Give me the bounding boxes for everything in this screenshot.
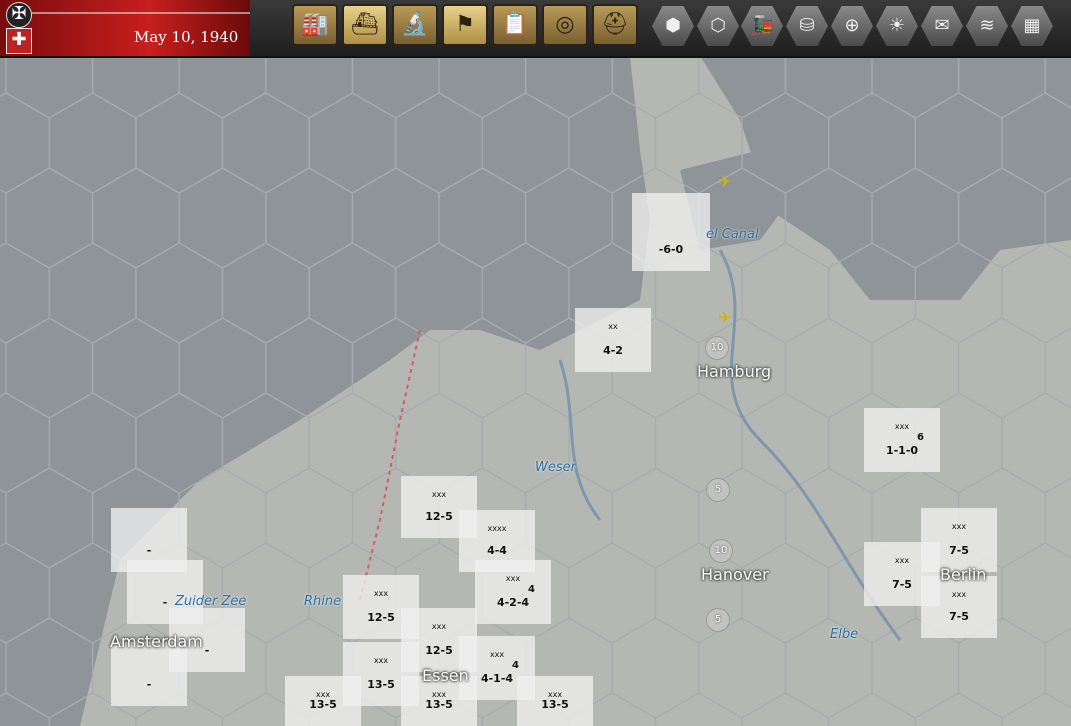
hexagon-icon: ⬢ [665,15,681,36]
messages-button[interactable]: ✉ [921,6,963,46]
ensign-icon[interactable]: ✚ [6,28,32,54]
supply-hex-button[interactable]: ⬡ [697,6,739,46]
unit-strength: -6-0 [658,243,684,256]
city-label[interactable]: Hanover [701,565,769,584]
terrain-icon: ≋ [979,15,995,36]
city-label[interactable]: Essen [422,666,469,685]
envelope-icon: ✉ [934,15,950,36]
iron-cross-icon[interactable]: ✠ [6,2,32,28]
microscope-icon: 🔬 [401,12,429,37]
unit-size: xxx [373,656,389,665]
unit-counter[interactable]: xx 4-2 [575,308,651,372]
unit-size: xxx [951,590,967,599]
unit-size: xx [608,322,618,331]
factory-icon: 🏭 [301,12,329,37]
nation-panel: ✠ ✚ May 10, 1940 [0,0,250,56]
objectives-button[interactable]: ⚑ [442,4,488,46]
target-button[interactable]: ⊕ [831,6,873,46]
victory-point-badge: 10 [709,539,733,563]
unit-strength: - [146,678,152,691]
ship-icon: ⛴ [351,12,379,37]
helmet-icon: ⛑ [601,12,629,37]
unit-counter[interactable]: xxx 7-5 [921,576,997,638]
unit-experience: 4 [528,584,535,595]
unit-counter[interactable]: xxx 4-2-4 4 [475,560,551,624]
aircraft-icon[interactable]: ✈ [718,308,731,327]
binoculars-icon: ◎ [555,12,575,37]
unit-counter[interactable]: xxx 13-5 [285,676,361,726]
resource-badge: 5 [706,608,730,632]
flag-icon: ⚑ [455,12,475,37]
water-label: Rhine [304,594,342,609]
grid-button[interactable]: ▦ [1011,6,1053,46]
unit-counter[interactable]: -6-0 [632,193,710,271]
unit-strength: 4-2 [603,344,623,357]
unit-strength: 13-5 [425,698,453,711]
locomotive-icon: 🚂 [750,15,774,36]
unit-experience: 4 [512,660,519,671]
city-label[interactable]: Berlin [940,565,986,584]
unit-counter[interactable]: - [111,642,187,706]
city-label[interactable]: Amsterdam [110,632,203,651]
unit-experience: 6 [917,432,924,443]
intelligence-button[interactable]: ◎ [542,4,588,46]
unit-size: xxx [431,490,447,499]
victory-point-badge: 10 [705,336,729,360]
report-button[interactable]: 📋 [492,4,538,46]
unit-counter[interactable]: xxx 13-5 [517,676,593,726]
unit-size: xxx [431,622,447,631]
water-label: Elbe [830,627,859,642]
unit-strength: 7-5 [949,610,969,623]
unit-strength: 13-5 [541,698,569,711]
divider [32,12,250,14]
sun-icon: ☀ [888,15,906,36]
grid-icon: ▦ [1023,15,1041,36]
resources-button[interactable]: ⛁ [786,6,828,46]
turn-date: May 10, 1940 [134,28,239,46]
production-button[interactable]: 🏭 [292,4,338,46]
rail-button[interactable]: 🚂 [741,6,783,46]
research-button[interactable]: 🔬 [392,4,438,46]
army-button[interactable]: ⛑ [592,4,638,46]
naval-button[interactable]: ⛴ [342,4,388,46]
unit-size: xxx [894,422,910,431]
unit-strength: 13-5 [309,698,337,711]
hex-cluster-icon: ⬡ [710,15,726,36]
unit-strength: - [146,544,152,557]
aircraft-icon[interactable]: ✈ [718,172,731,191]
unit-strength: 4-4 [487,544,507,557]
city-label[interactable]: Hamburg [697,362,771,381]
unit-size: xxx [373,589,389,598]
resource-badge: 5 [706,478,730,502]
terrain-button[interactable]: ≋ [966,6,1008,46]
unit-size: xxx [505,574,521,583]
coins-icon: ⛁ [799,15,815,36]
unit-counter[interactable]: xxx 1-1-0 6 [864,408,940,472]
unit-strength: 4-2-4 [496,596,530,609]
hex-mode-button[interactable]: ⬢ [652,6,694,46]
water-label: Zuider Zee [175,594,247,609]
unit-size: xxxx [487,524,507,533]
unit-counter[interactable]: xxx 7-5 [921,508,997,572]
crosshair-icon: ⊕ [844,15,860,36]
weather-button[interactable]: ☀ [876,6,918,46]
unit-strength: 1-1-0 [885,444,919,457]
unit-size: xxx [489,650,505,659]
top-bar: ✠ ✚ May 10, 1940 🏭 ⛴ 🔬 ⚑ 📋 ◎ ⛑ ⬢ ⬡ 🚂 ⛁ ⊕ ☀ ✉ ≋ ▦ [0,0,1071,58]
water-label: el Canal [706,227,759,242]
water-label: Weser [535,460,576,475]
unit-strength: 7-5 [949,544,969,557]
clipboard-icon: 📋 [501,12,529,37]
unit-size: xxx [951,522,967,531]
